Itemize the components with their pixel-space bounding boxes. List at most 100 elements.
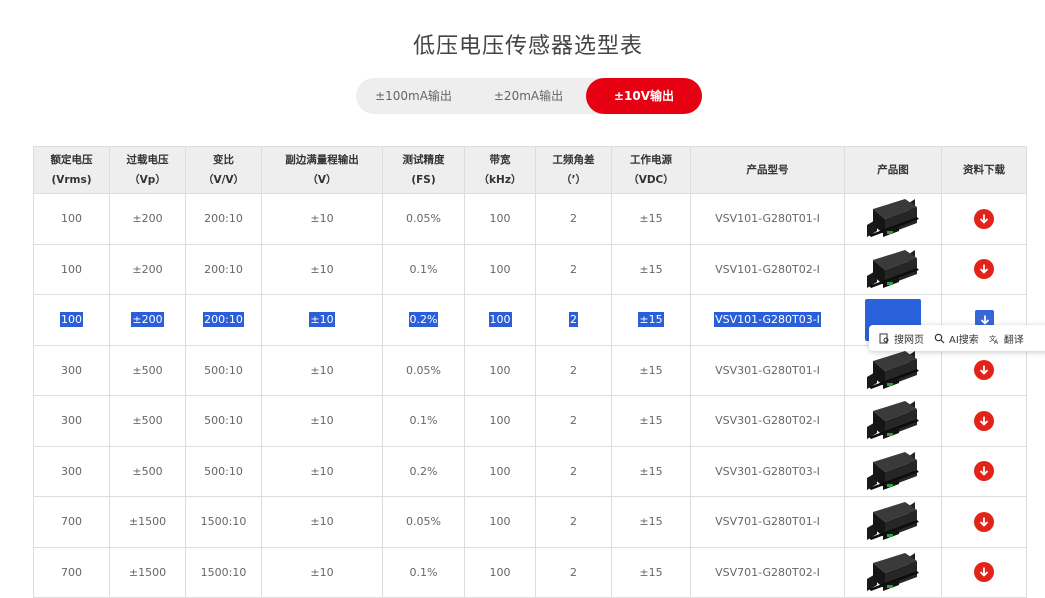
cell-value: ±15: [639, 363, 663, 377]
translate-icon: 文A: [989, 334, 999, 344]
table-row: 300 ±500 500:10 ±10 0.05% 100 2 ±15 VSV301-G280T…: [33, 344, 1027, 396]
selection-popover: 搜网页 AI搜索 文A 翻译: [869, 325, 1045, 351]
cell-bandwidth: 100: [464, 243, 536, 295]
cell-value: ±200: [132, 262, 163, 276]
search-page-icon: [879, 333, 889, 343]
cell-value: 100: [488, 312, 512, 328]
cell-value: ±10: [310, 515, 334, 529]
header-unit: (FS): [411, 174, 436, 186]
cell-download: [941, 344, 1027, 396]
search-page-button[interactable]: 搜网页: [879, 331, 924, 346]
cell-bandwidth: 100: [464, 294, 536, 346]
cell-value: 2: [570, 464, 577, 478]
cell-accuracy: 0.05%: [382, 496, 465, 548]
cell-accuracy: 0.2%: [382, 445, 465, 497]
product-image[interactable]: [865, 246, 921, 293]
cell-power-supply: ±15: [611, 496, 691, 548]
cell-value: 500:10: [204, 464, 243, 478]
cell-power-supply: ±15: [611, 294, 691, 346]
cell-accuracy: 0.05%: [382, 344, 465, 396]
cell-value: 2: [570, 363, 577, 377]
cell-download: [941, 445, 1027, 497]
product-image[interactable]: [865, 448, 921, 495]
product-image[interactable]: [865, 195, 921, 242]
cell-value: ±10: [310, 565, 334, 579]
ai-search-label: AI搜索: [949, 334, 979, 346]
cell-value: VSV101-G280T02-I: [715, 262, 820, 276]
header-label: 资料下载: [963, 164, 1005, 176]
cell-phase-error: 2: [535, 496, 612, 548]
download-button[interactable]: [974, 562, 994, 583]
cell-value: 100: [489, 565, 511, 579]
translate-button[interactable]: 文A 翻译: [989, 331, 1024, 346]
cell-value: 100: [61, 212, 82, 226]
cell-phase-error: 2: [535, 395, 612, 447]
cell-overload-voltage: ±1500: [109, 496, 186, 548]
cell-value: 100: [489, 262, 511, 276]
table-row: 300 ±500 500:10 ±10 0.2% 100 2 ±15 VSV301-G280T0…: [33, 445, 1027, 497]
cell-value: 0.05%: [406, 363, 441, 377]
cell-value: ±15: [639, 515, 663, 529]
download-button[interactable]: [974, 410, 994, 431]
header-label: 额定电压: [50, 154, 93, 166]
cell-ratio: 500:10: [185, 344, 262, 396]
cell-overload-voltage: ±500: [109, 344, 186, 396]
page-title: 低压电压传感器选型表: [412, 34, 643, 59]
cell-value: ±200: [132, 212, 163, 226]
cell-value: 0.2%: [409, 464, 438, 478]
product-image[interactable]: [865, 549, 921, 596]
cell-value: ±15: [639, 464, 663, 478]
cell-rated-voltage: 300: [33, 445, 110, 497]
cell-value: VSV101-G280T01-I: [715, 212, 820, 226]
header-label: 变比: [213, 154, 234, 166]
cell-secondary-output: ±10: [261, 344, 383, 396]
cell-secondary-output: ±10: [261, 243, 383, 295]
cell-product-model: VSV301-G280T03-I: [690, 445, 845, 497]
header-product-model: 产品型号: [690, 146, 845, 194]
table-row: 100 ±200 200:10 ±10 0.05% 100 2 ±15 VSV101-G280T…: [33, 193, 1027, 245]
cell-download: [941, 546, 1027, 598]
cell-secondary-output: ±10: [261, 445, 383, 497]
cell-phase-error: 2: [535, 294, 612, 346]
cell-secondary-output: ±10: [261, 546, 383, 598]
ai-search-button[interactable]: AI搜索: [934, 331, 979, 346]
cell-value: ±15: [639, 262, 663, 276]
download-button[interactable]: [974, 511, 994, 532]
cell-ratio: 1500:10: [185, 496, 262, 548]
cell-power-supply: ±15: [611, 344, 691, 396]
cell-product-model: VSV101-G280T03-I: [690, 294, 845, 346]
cell-bandwidth: 100: [464, 344, 536, 396]
cell-value: VSV301-G280T02-I: [715, 414, 820, 428]
table-row: 700 ±1500 1500:10 ±10 0.05% 100 2 ±15 VSV701-G28…: [33, 496, 1027, 548]
download-button[interactable]: [974, 259, 994, 280]
download-button[interactable]: [974, 461, 994, 482]
arrow-down-icon: [979, 365, 989, 376]
header-product-image: 产品图: [844, 146, 942, 194]
cell-value: 500:10: [204, 414, 243, 428]
cell-rated-voltage: 700: [33, 496, 110, 548]
cell-product-model: VSV101-G280T01-I: [690, 193, 845, 245]
cell-value: 0.05%: [406, 515, 441, 529]
download-button[interactable]: [974, 360, 994, 381]
cell-value: 2: [569, 312, 578, 328]
cell-overload-voltage: ±200: [109, 294, 186, 346]
cell-value: 2: [570, 262, 577, 276]
product-image[interactable]: [865, 347, 921, 394]
download-button[interactable]: [974, 208, 994, 229]
tab-20ma-output[interactable]: ±20mA输出: [471, 78, 586, 114]
product-image[interactable]: [865, 397, 921, 444]
cell-value: 100: [489, 515, 511, 529]
tab-100ma-output[interactable]: ±100mA输出: [356, 78, 471, 114]
header-label: 带宽: [489, 154, 511, 166]
cell-value: 2: [570, 515, 577, 529]
product-image[interactable]: [865, 498, 921, 545]
cell-value: 0.1%: [409, 565, 438, 579]
cell-value: ±1500: [128, 565, 167, 579]
header-unit: （Vp）: [129, 174, 166, 186]
cell-bandwidth: 100: [464, 445, 536, 497]
tab-10v-output[interactable]: ±10V输出: [586, 78, 702, 114]
cell-value: VSV301-G280T03-I: [715, 464, 820, 478]
table-row: 100 ±200 200:10 ±10 0.1% 100 2 ±15 VSV101-G280T0…: [33, 243, 1027, 295]
cell-bandwidth: 100: [464, 546, 536, 598]
cell-phase-error: 2: [535, 445, 612, 497]
